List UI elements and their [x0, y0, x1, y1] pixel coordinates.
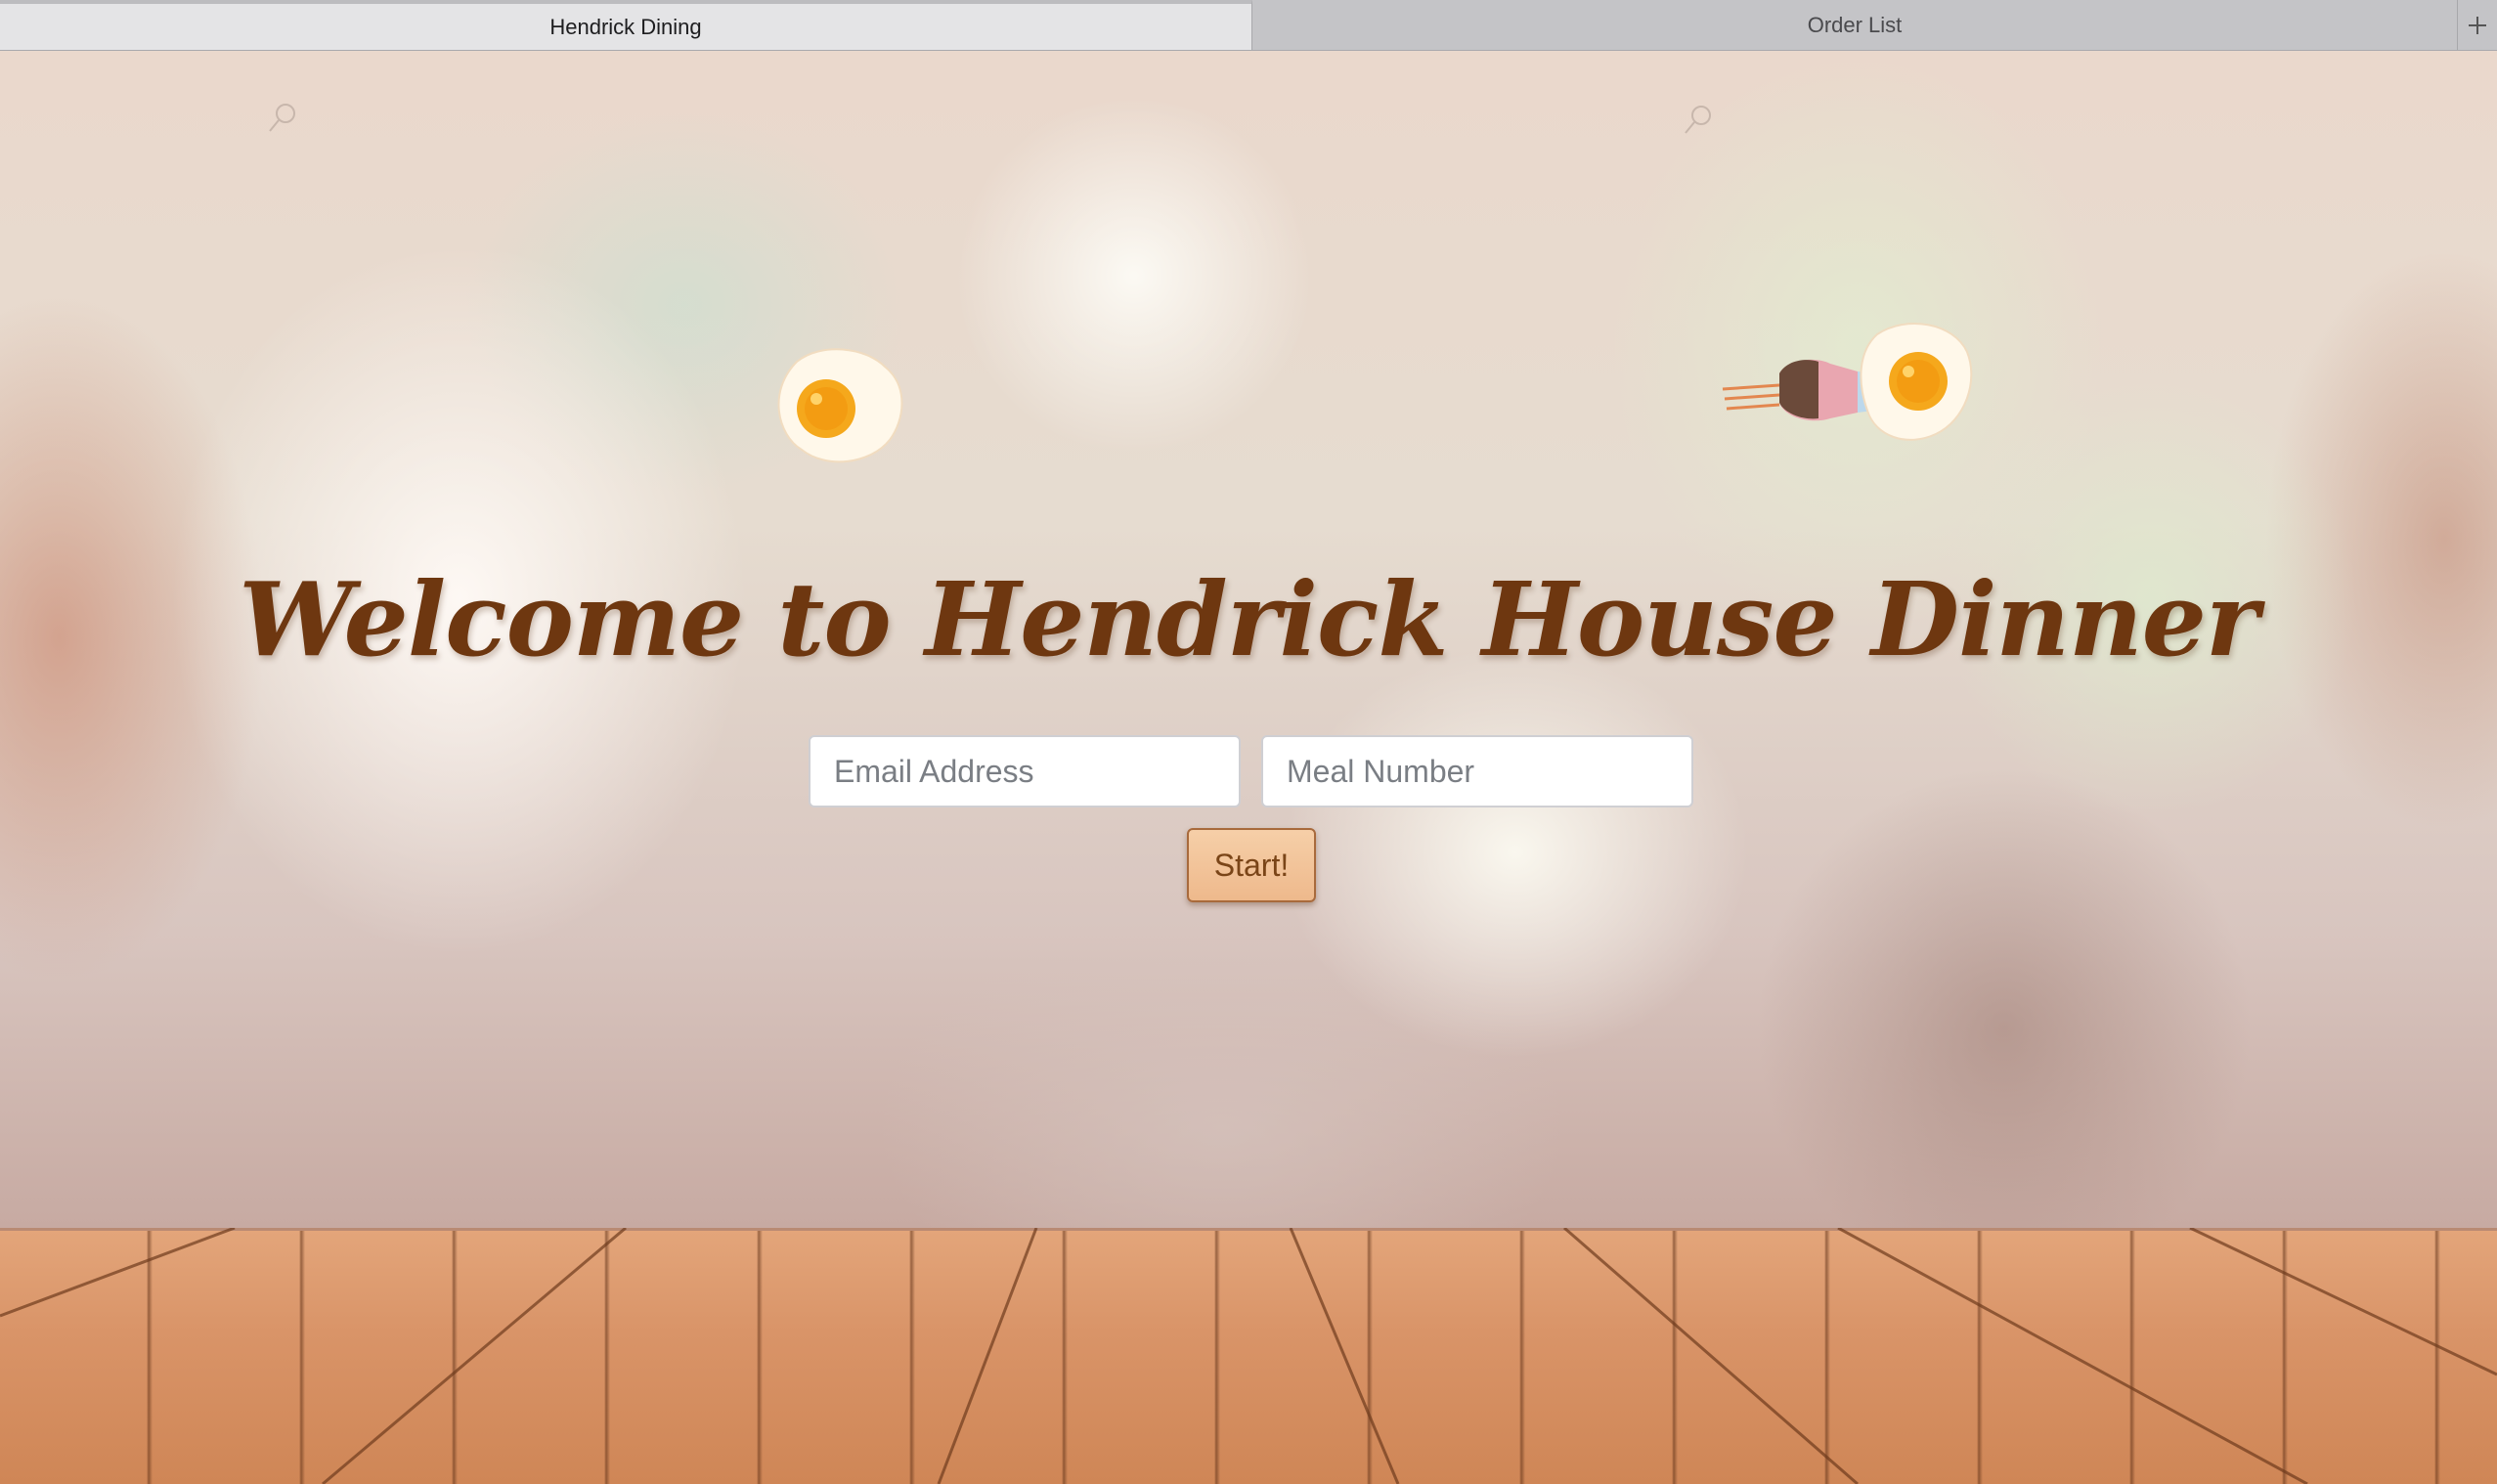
pin-icon [269, 104, 295, 132]
page-content: Welcome to Hendrick House Dinner [0, 51, 2497, 1484]
rocket-egg-icon [1722, 323, 1973, 441]
plus-icon [2469, 16, 2486, 34]
start-button[interactable]: Start! [1187, 828, 1316, 902]
page-title: Welcome to Hendrick House Dinner [239, 559, 2258, 679]
browser-tab-bar: Hendrick Dining Order List [0, 0, 2497, 51]
meal-number-field[interactable] [1261, 735, 1693, 807]
new-tab-button[interactable] [2458, 0, 2497, 50]
tab-hendrick-dining[interactable]: Hendrick Dining [0, 0, 1252, 50]
tab-label: Hendrick Dining [549, 14, 702, 39]
pin-icon [1685, 106, 1711, 134]
floor-plank-lines [0, 1228, 2497, 1484]
email-field[interactable] [809, 735, 1241, 807]
tab-order-list[interactable]: Order List [1252, 0, 2458, 50]
fried-egg-icon [777, 348, 903, 463]
tab-label: Order List [1807, 12, 1903, 37]
